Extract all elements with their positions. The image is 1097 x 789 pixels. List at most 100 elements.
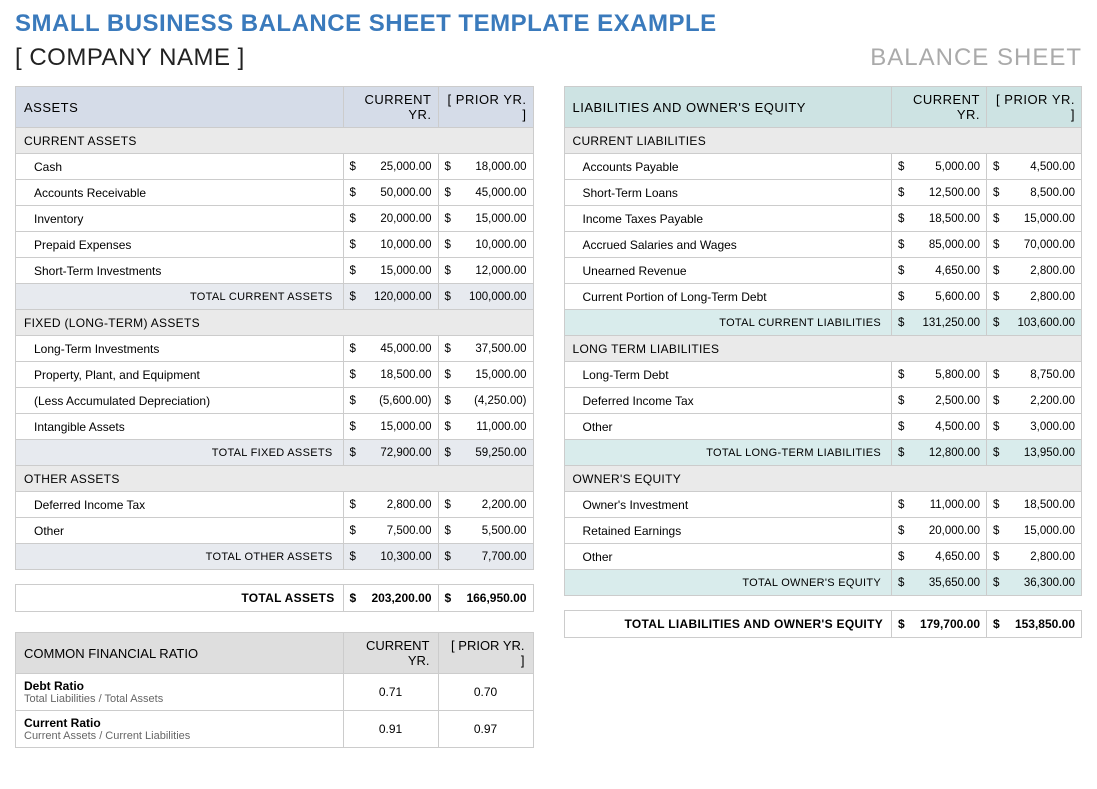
total-assets-table: TOTAL ASSETS $203,200.00 $166,950.00 xyxy=(15,584,534,612)
amount-cell: $(5,600.00) xyxy=(343,388,438,414)
ratio-name-cell: Debt RatioTotal Liabilities / Total Asse… xyxy=(16,674,344,711)
line-item: Inventory$20,000.00$15,000.00 xyxy=(16,206,534,232)
line-label: Deferred Income Tax xyxy=(16,492,344,518)
subtotal-label: TOTAL OTHER ASSETS xyxy=(16,544,344,570)
subtotal-label: TOTAL OWNER'S EQUITY xyxy=(564,570,892,596)
amount-cell: $15,000.00 xyxy=(438,206,533,232)
total-liab-equity-py: $153,850.00 xyxy=(987,611,1082,638)
line-item: Current Portion of Long-Term Debt$5,600.… xyxy=(564,284,1082,310)
total-liab-equity-cy: $179,700.00 xyxy=(892,611,987,638)
ratio-row: Debt RatioTotal Liabilities / Total Asse… xyxy=(16,674,534,711)
line-item: Unearned Revenue$4,650.00$2,800.00 xyxy=(564,258,1082,284)
ratio-py-header: [ PRIOR YR. ] xyxy=(438,633,533,674)
total-assets-cy: $203,200.00 xyxy=(343,585,438,612)
amount-cell: $8,500.00 xyxy=(987,180,1082,206)
line-label: Deferred Income Tax xyxy=(564,388,892,414)
balance-sheet-label: BALANCE SHEET xyxy=(870,44,1082,72)
amount-cell: $18,500.00 xyxy=(987,492,1082,518)
amount-cell: $4,650.00 xyxy=(892,258,987,284)
amount-cell: $15,000.00 xyxy=(343,414,438,440)
line-item: Long-Term Investments$45,000.00$37,500.0… xyxy=(16,336,534,362)
amount-cell: $5,800.00 xyxy=(892,362,987,388)
amount-cell: $15,000.00 xyxy=(987,206,1082,232)
line-item: Other$4,650.00$2,800.00 xyxy=(564,544,1082,570)
amount-cell: $13,950.00 xyxy=(987,440,1082,466)
company-name: [ COMPANY NAME ] xyxy=(15,44,245,72)
line-label: (Less Accumulated Depreciation) xyxy=(16,388,344,414)
amount-cell: $5,000.00 xyxy=(892,154,987,180)
line-item: (Less Accumulated Depreciation)$(5,600.0… xyxy=(16,388,534,414)
line-label: Long-Term Debt xyxy=(564,362,892,388)
line-label: Accounts Payable xyxy=(564,154,892,180)
amount-cell: $20,000.00 xyxy=(892,518,987,544)
subtotal-row: TOTAL OWNER'S EQUITY$35,650.00$36,300.00 xyxy=(564,570,1082,596)
amount-cell: $72,900.00 xyxy=(343,440,438,466)
amount-cell: $18,000.00 xyxy=(438,154,533,180)
amount-cell: $45,000.00 xyxy=(343,336,438,362)
section-label: CURRENT ASSETS xyxy=(16,128,534,154)
total-liab-equity-label: TOTAL LIABILITIES AND OWNER'S EQUITY xyxy=(564,611,892,638)
line-item: Deferred Income Tax$2,800.00$2,200.00 xyxy=(16,492,534,518)
line-item: Accrued Salaries and Wages$85,000.00$70,… xyxy=(564,232,1082,258)
amount-cell: $20,000.00 xyxy=(343,206,438,232)
amount-cell: $4,500.00 xyxy=(987,154,1082,180)
line-label: Owner's Investment xyxy=(564,492,892,518)
line-label: Prepaid Expenses xyxy=(16,232,344,258)
amount-cell: $11,000.00 xyxy=(892,492,987,518)
line-item: Cash$25,000.00$18,000.00 xyxy=(16,154,534,180)
line-label: Retained Earnings xyxy=(564,518,892,544)
amount-cell: $45,000.00 xyxy=(438,180,533,206)
line-label: Income Taxes Payable xyxy=(564,206,892,232)
ratio-name-cell: Current RatioCurrent Assets / Current Li… xyxy=(16,711,344,748)
ratio-cy-header: CURRENT YR. xyxy=(343,633,438,674)
total-assets-py: $166,950.00 xyxy=(438,585,533,612)
line-item: Retained Earnings$20,000.00$15,000.00 xyxy=(564,518,1082,544)
amount-cell: $131,250.00 xyxy=(892,310,987,336)
current-yr-header: CURRENT YR. xyxy=(343,87,438,128)
total-liab-equity-table: TOTAL LIABILITIES AND OWNER'S EQUITY $17… xyxy=(564,610,1083,638)
line-item: Long-Term Debt$5,800.00$8,750.00 xyxy=(564,362,1082,388)
amount-cell: $4,500.00 xyxy=(892,414,987,440)
section-label: OTHER ASSETS xyxy=(16,466,534,492)
line-item: Other$4,500.00$3,000.00 xyxy=(564,414,1082,440)
total-assets-label: TOTAL ASSETS xyxy=(16,585,344,612)
line-label: Other xyxy=(564,544,892,570)
liabilities-table: LIABILITIES AND OWNER'S EQUITY CURRENT Y… xyxy=(564,86,1083,596)
line-label: Short-Term Investments xyxy=(16,258,344,284)
amount-cell: $18,500.00 xyxy=(892,206,987,232)
amount-cell: $11,000.00 xyxy=(438,414,533,440)
ratio-py-value: 0.70 xyxy=(438,674,533,711)
amount-cell: $10,000.00 xyxy=(438,232,533,258)
subtotal-label: TOTAL CURRENT ASSETS xyxy=(16,284,344,310)
line-label: Current Portion of Long-Term Debt xyxy=(564,284,892,310)
amount-cell: $50,000.00 xyxy=(343,180,438,206)
liab-py-header: [ PRIOR YR. ] xyxy=(987,87,1082,128)
line-item: Property, Plant, and Equipment$18,500.00… xyxy=(16,362,534,388)
amount-cell: $4,650.00 xyxy=(892,544,987,570)
line-item: Other$7,500.00$5,500.00 xyxy=(16,518,534,544)
amount-cell: $2,800.00 xyxy=(987,284,1082,310)
subtotal-label: TOTAL CURRENT LIABILITIES xyxy=(564,310,892,336)
assets-table: ASSETS CURRENT YR. [ PRIOR YR. ] CURRENT… xyxy=(15,86,534,570)
line-label: Long-Term Investments xyxy=(16,336,344,362)
line-label: Other xyxy=(16,518,344,544)
liab-cy-header: CURRENT YR. xyxy=(892,87,987,128)
amount-cell: $12,800.00 xyxy=(892,440,987,466)
amount-cell: $5,500.00 xyxy=(438,518,533,544)
section-label: FIXED (LONG-TERM) ASSETS xyxy=(16,310,534,336)
amount-cell: $2,800.00 xyxy=(987,544,1082,570)
line-item: Intangible Assets$15,000.00$11,000.00 xyxy=(16,414,534,440)
line-item: Accounts Payable$5,000.00$4,500.00 xyxy=(564,154,1082,180)
amount-cell: $10,000.00 xyxy=(343,232,438,258)
amount-cell: $85,000.00 xyxy=(892,232,987,258)
line-label: Other xyxy=(564,414,892,440)
ratio-row: Current RatioCurrent Assets / Current Li… xyxy=(16,711,534,748)
amount-cell: $15,000.00 xyxy=(343,258,438,284)
ratio-cy-value: 0.91 xyxy=(343,711,438,748)
amount-cell: $5,600.00 xyxy=(892,284,987,310)
section-label: CURRENT LIABILITIES xyxy=(564,128,1082,154)
amount-cell: $36,300.00 xyxy=(987,570,1082,596)
amount-cell: $103,600.00 xyxy=(987,310,1082,336)
amount-cell: $12,500.00 xyxy=(892,180,987,206)
line-item: Deferred Income Tax$2,500.00$2,200.00 xyxy=(564,388,1082,414)
